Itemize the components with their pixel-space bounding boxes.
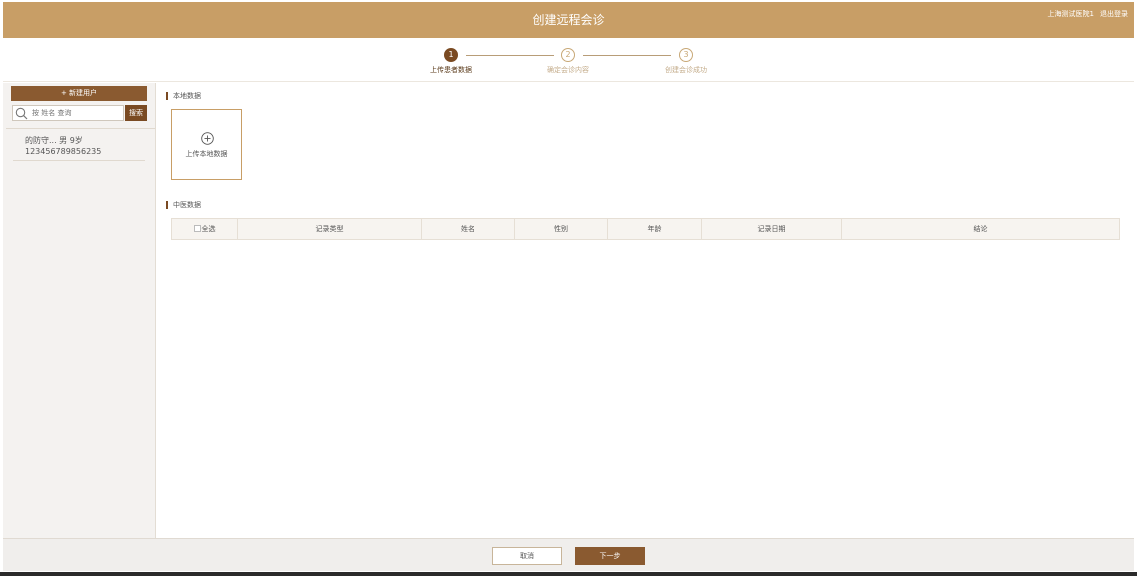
- patient-summary: 的防守... 男 9岁: [25, 136, 83, 145]
- step-1-label: 上传患者数据: [430, 66, 472, 74]
- step-3: 3 创建会诊成功: [646, 48, 726, 75]
- column-name: 姓名: [422, 219, 515, 239]
- logout-link[interactable]: 退出登录: [1100, 9, 1128, 19]
- column-record-type: 记录类型: [238, 219, 422, 239]
- main-content: 本地数据 上传本地数据 中医数据 全选 记录类型 姓名 性别 年龄 记录日期 结…: [157, 83, 1134, 538]
- column-age: 年龄: [608, 219, 702, 239]
- step-2-label: 确定会诊内容: [547, 66, 589, 74]
- column-gender: 性别: [515, 219, 608, 239]
- select-all-header[interactable]: 全选: [172, 219, 238, 239]
- tcm-data-title: 中医数据: [166, 201, 201, 209]
- step-2-number: 2: [561, 48, 575, 62]
- top-header: 创建远程会诊 上海测试医院1 退出登录: [3, 2, 1134, 38]
- patient-sidebar: + 新建用户 搜索 的防守... 男 9岁 123456789856235: [3, 83, 156, 538]
- select-all-checkbox[interactable]: [193, 225, 201, 232]
- current-user: 上海测试医院1: [1047, 10, 1094, 18]
- divider: [6, 128, 155, 129]
- column-record-date: 记录日期: [702, 219, 842, 239]
- upload-local-data-button[interactable]: 上传本地数据: [171, 109, 242, 180]
- search-icon: [15, 107, 28, 120]
- local-data-title: 本地数据: [166, 92, 201, 100]
- patient-list-item[interactable]: 的防守... 男 9岁 123456789856235: [13, 135, 145, 161]
- step-1-number: 1: [444, 48, 458, 62]
- step-1: 1 上传患者数据: [411, 48, 491, 75]
- tcm-data-table-header: 全选 记录类型 姓名 性别 年龄 记录日期 结论: [171, 218, 1120, 240]
- window-bottom-edge: [0, 572, 1137, 576]
- step-3-label: 创建会诊成功: [665, 66, 707, 74]
- column-conclusion: 结论: [973, 225, 988, 233]
- search-button[interactable]: 搜索: [125, 105, 147, 121]
- add-circle-icon: [201, 132, 214, 145]
- cancel-button[interactable]: 取消: [492, 547, 562, 565]
- step-2: 2 确定会诊内容: [528, 48, 608, 75]
- upload-label: 上传本地数据: [185, 150, 228, 158]
- page-title: 创建远程会诊: [532, 13, 605, 27]
- footer-bar: 取消 下一步: [3, 538, 1134, 571]
- select-all-label: 全选: [201, 225, 216, 233]
- new-user-button[interactable]: + 新建用户: [11, 86, 147, 101]
- step-3-number: 3: [679, 48, 693, 62]
- search-field[interactable]: [12, 105, 124, 121]
- search-input[interactable]: [32, 106, 122, 120]
- next-step-button[interactable]: 下一步: [575, 547, 645, 565]
- progress-steps: 1 上传患者数据 2 确定会诊内容 3 创建会诊成功: [3, 38, 1134, 82]
- patient-id: 123456789856235: [25, 147, 102, 156]
